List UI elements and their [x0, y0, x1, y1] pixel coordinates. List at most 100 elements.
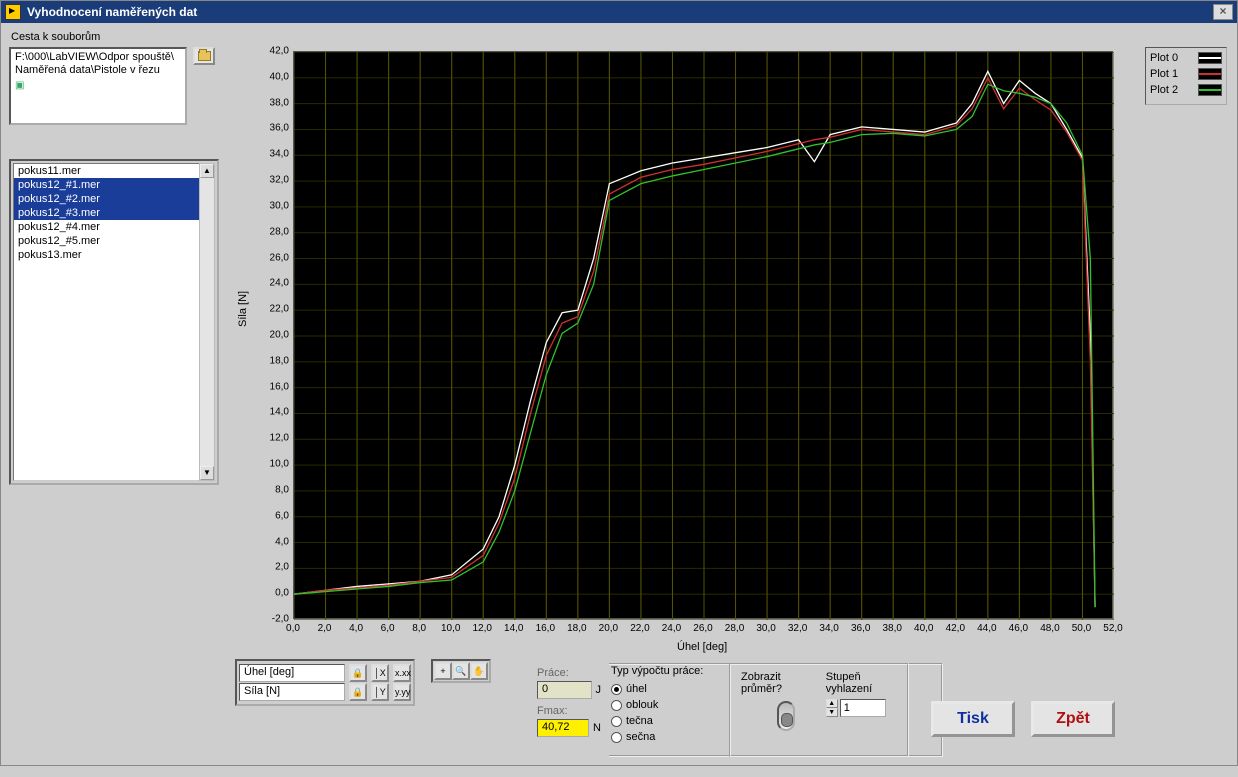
smooth-label: Stupeň vyhlazení [826, 671, 897, 695]
y-tick: 14,0 [270, 407, 289, 418]
print-button[interactable]: Tisk [931, 701, 1015, 737]
x-tick: 42,0 [946, 623, 965, 634]
x-tick: 4,0 [349, 623, 363, 634]
average-panel: Zobrazit průměr? Stupeň vyhlazení ▲ ▼ [729, 663, 909, 757]
x-axis-label: Úhel [deg] [677, 641, 727, 653]
y-tick: 22,0 [270, 304, 289, 315]
x-tick: 0,0 [286, 623, 300, 634]
legend-row[interactable]: Plot 0 [1150, 50, 1222, 66]
work-type-header: Typ výpočtu práce: [611, 665, 719, 677]
close-button[interactable]: × [1213, 4, 1233, 20]
file-item[interactable]: pokus12_#5.mer [14, 234, 202, 248]
browse-button[interactable] [193, 47, 215, 65]
file-item[interactable]: pokus11.mer [14, 164, 202, 178]
chart-legend[interactable]: Plot 0 Plot 1 Plot 2 [1145, 47, 1227, 105]
x-tick: 30,0 [756, 623, 775, 634]
fmax-value: 40,72 [537, 719, 589, 737]
x-tick: 20,0 [599, 623, 618, 634]
smooth-value-input[interactable] [840, 699, 886, 717]
file-item[interactable]: pokus12_#3.mer [14, 206, 202, 220]
work-type-panel: Typ výpočtu práce: úheloblouktečnasečna [605, 663, 725, 757]
legend-swatch [1198, 52, 1222, 64]
radio-icon [611, 700, 622, 711]
file-item[interactable]: pokus13.mer [14, 248, 202, 262]
y-tick: 26,0 [270, 252, 289, 263]
y-tick: 2,0 [275, 562, 289, 573]
show-average-switch[interactable] [777, 701, 795, 731]
prace-unit: J [596, 684, 602, 696]
y-axis-label: Síla [N] [237, 291, 249, 327]
work-type-option[interactable]: sečna [611, 729, 719, 745]
scroll-down-button[interactable]: ▼ [200, 466, 214, 480]
y-tick: 10,0 [270, 459, 289, 470]
y-tick: 34,0 [270, 149, 289, 160]
y-tick: 16,0 [270, 381, 289, 392]
y-tick: 36,0 [270, 123, 289, 134]
work-type-option[interactable]: tečna [611, 713, 719, 729]
y-axis-name-field[interactable]: Síla [N] [239, 683, 345, 701]
x-tick: 40,0 [914, 623, 933, 634]
file-item[interactable]: pokus12_#4.mer [14, 220, 202, 234]
autoscale-y-button[interactable]: │Y [371, 683, 389, 701]
x-tick: 44,0 [977, 623, 996, 634]
chart-area: Síla [N] -2,00,02,04,06,08,010,012,014,0… [237, 47, 1137, 647]
y-tick: 38,0 [270, 97, 289, 108]
file-item[interactable]: pokus12_#2.mer [14, 192, 202, 206]
axis-name-box: Úhel [deg] 🔒 │X x.xx Síla [N] 🔒 │Y y.yy [235, 659, 415, 706]
zoom-tool-button[interactable]: 🔍 [452, 662, 470, 680]
fmax-unit: N [593, 722, 601, 734]
smooth-down-button[interactable]: ▼ [826, 708, 838, 717]
y-axis-ticks: -2,00,02,04,06,08,010,012,014,016,018,02… [265, 47, 291, 619]
radio-icon [611, 684, 622, 695]
y-tick: 30,0 [270, 200, 289, 211]
legend-label: Plot 2 [1150, 84, 1178, 96]
path-display: F:\000\LabVIEW\Odpor spouště\ Naměřená d… [9, 47, 187, 125]
x-tick: 48,0 [1040, 623, 1059, 634]
x-tick: 52,0 [1103, 623, 1122, 634]
file-list-panel: pokus11.merpokus12_#1.merpokus12_#2.merp… [9, 159, 219, 485]
y-tick: 6,0 [275, 510, 289, 521]
x-tick: 32,0 [788, 623, 807, 634]
x-tick: 16,0 [536, 623, 555, 634]
radio-icon [611, 732, 622, 743]
file-item[interactable]: pokus12_#1.mer [14, 178, 202, 192]
work-type-option[interactable]: oblouk [611, 697, 719, 713]
path-label: Cesta k souborům [11, 31, 1227, 43]
radio-label: sečna [626, 729, 655, 745]
smooth-up-button[interactable]: ▲ [826, 699, 838, 708]
x-tick: 18,0 [567, 623, 586, 634]
chart-plot[interactable] [293, 51, 1113, 619]
y-tick: 32,0 [270, 175, 289, 186]
x-tick: 36,0 [851, 623, 870, 634]
lock-x-button[interactable]: 🔒 [349, 664, 367, 682]
pan-tool-button[interactable]: ✋ [470, 662, 488, 680]
path-line2: Naměřená data\Pistole v řezu [15, 64, 181, 77]
radio-label: tečna [626, 713, 653, 729]
x-tick: 10,0 [441, 623, 460, 634]
scroll-up-button[interactable]: ▲ [200, 164, 214, 178]
work-type-option[interactable]: úhel [611, 681, 719, 697]
legend-row[interactable]: Plot 2 [1150, 82, 1222, 98]
x-tick: 12,0 [472, 623, 491, 634]
file-list[interactable]: pokus11.merpokus12_#1.merpokus12_#2.merp… [13, 163, 203, 481]
x-axis-name-field[interactable]: Úhel [deg] [239, 664, 345, 682]
y-tick: 4,0 [275, 536, 289, 547]
y-tick: 40,0 [270, 71, 289, 82]
y-tick: 0,0 [275, 588, 289, 599]
legend-label: Plot 1 [1150, 68, 1178, 80]
x-tick: 38,0 [882, 623, 901, 634]
format-x-button[interactable]: x.xx [393, 664, 411, 682]
legend-label: Plot 0 [1150, 52, 1178, 64]
autoscale-x-button[interactable]: │X [371, 664, 389, 682]
path-icon: ▣ [15, 79, 181, 92]
y-tick: 8,0 [275, 484, 289, 495]
x-tick: 46,0 [1009, 623, 1028, 634]
format-y-button[interactable]: y.yy [393, 683, 411, 701]
calc-panel: Práce: 0 J Fmax: 40,72 N [529, 663, 609, 757]
back-button[interactable]: Zpět [1031, 701, 1115, 737]
lock-y-button[interactable]: 🔒 [349, 683, 367, 701]
file-list-scrollbar[interactable]: ▲ ▼ [199, 163, 215, 481]
legend-row[interactable]: Plot 1 [1150, 66, 1222, 82]
crosshair-tool-button[interactable]: + [434, 662, 452, 680]
x-tick: 28,0 [725, 623, 744, 634]
